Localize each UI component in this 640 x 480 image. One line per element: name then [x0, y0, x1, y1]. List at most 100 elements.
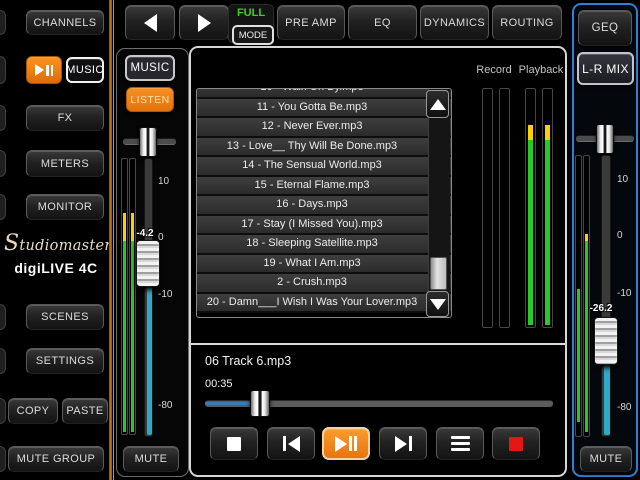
meter-fill-green [585, 241, 588, 432]
full-label: FULL [229, 7, 273, 19]
music-meter-right [129, 158, 136, 435]
playlist-item[interactable]: 16 - Days.mp3 [197, 196, 451, 216]
playlist-item[interactable]: 18 - Sleeping Satellite.mp3 [197, 235, 451, 255]
next-track-button[interactable] [379, 427, 427, 460]
playlist-item[interactable]: 14 - The Sensual World.mp3 [197, 157, 451, 177]
tab-dynamics[interactable]: DYNAMICS [420, 5, 489, 40]
playlist-menu-button[interactable] [436, 427, 484, 460]
stop-button[interactable] [210, 427, 258, 460]
scroll-up-button[interactable] [426, 90, 449, 118]
scale-tick-label: -80 [158, 400, 172, 411]
playlist-item[interactable]: 20 - Damn___I Wish I Was Your Lover.mp3 [197, 294, 451, 314]
sidebar-item-meters[interactable]: METERS [26, 150, 104, 177]
seek-bar-handle[interactable] [250, 390, 270, 417]
music-pan-handle[interactable] [139, 127, 157, 157]
tab-routing[interactable]: ROUTING [492, 5, 562, 40]
page-right-button[interactable] [179, 5, 229, 40]
playlist-item[interactable]: 17 - Stay (I Missed You).mp3 [197, 216, 451, 236]
master-meter-left [575, 155, 582, 437]
sidebar-item-fx[interactable]: FX [26, 105, 104, 131]
record-icon [509, 437, 523, 451]
list-icon [451, 436, 470, 451]
previous-track-button[interactable] [267, 427, 315, 460]
mode-button[interactable]: MODE [232, 25, 274, 45]
music-fader-track-active [147, 287, 152, 435]
current-track-title: 06 Track 6.mp3 [205, 354, 291, 368]
sidebar-divider-orange [109, 0, 112, 480]
scroll-down-button[interactable] [426, 291, 449, 317]
tab-pre-amp[interactable]: PRE AMP [277, 5, 345, 40]
playback-label: Playback [513, 64, 569, 76]
master-mute-button[interactable]: MUTE [580, 446, 632, 472]
play-pause-button[interactable] [322, 427, 370, 460]
player-divider [191, 343, 565, 345]
sidebar-item-monitor[interactable]: MONITOR [26, 194, 104, 220]
offscreen-button-stub [0, 105, 6, 131]
scroll-up-icon [430, 99, 446, 110]
next-track-icon [395, 436, 412, 452]
scale-tick-label: -10 [617, 288, 631, 299]
music-fader-scale: 100-10-80 [158, 0, 180, 480]
music-fader-track[interactable] [144, 158, 153, 437]
playlist-item[interactable]: 13 - Love__ Thy Will Be Done.mp3 [197, 138, 451, 158]
mute-group-button[interactable]: MUTE GROUP [8, 446, 104, 472]
play-pause-icon [35, 64, 53, 76]
scale-tick-label: -10 [158, 289, 172, 300]
meter-fill-green [131, 241, 134, 432]
sidebar-item-music[interactable]: MUSIC [66, 57, 104, 83]
meter-fill-yellow [528, 125, 533, 140]
scale-tick-label: 10 [158, 176, 169, 187]
playlist-scrollbar-thumb[interactable] [430, 257, 447, 290]
meter-fill-yellow [545, 125, 550, 140]
meter-fill-green [123, 241, 126, 432]
music-mute-button[interactable]: MUTE [123, 446, 179, 472]
master-meter-right [583, 155, 590, 437]
offscreen-button-stub [0, 10, 6, 35]
record-meter-left [482, 88, 493, 328]
sidebar-item-scenes[interactable]: SCENES [26, 304, 104, 330]
brand-model: digiLIVE 4C [4, 260, 108, 276]
scale-tick-label: -80 [617, 402, 631, 413]
playback-meter-left [525, 88, 536, 328]
music-fader-handle[interactable] [136, 240, 160, 287]
music-fader-value: -4.2 [130, 228, 160, 239]
master-fader-handle[interactable] [594, 317, 618, 365]
record-button[interactable] [492, 427, 540, 460]
offscreen-button-stub [0, 56, 6, 84]
music-play-toggle-button[interactable] [26, 56, 62, 84]
playlist-rows: 10 - Walk On By.mp311 - You Gotta Be.mp3… [197, 88, 451, 313]
copy-button[interactable]: COPY [8, 398, 58, 424]
mixer-app: CHANNELS MUSIC FX METERS MONITOR Studiom… [0, 0, 640, 480]
playlist-item[interactable]: 2 - Crush.mp3 [197, 274, 451, 294]
sidebar-divider-line [113, 0, 114, 480]
scale-tick-label: 10 [617, 174, 628, 185]
master-fader-track[interactable] [601, 155, 611, 437]
playlist-item[interactable]: 19 - What I Am.mp3 [197, 255, 451, 275]
playback-meter-right [542, 88, 553, 328]
playlist-item[interactable]: 10 - Walk On By.mp3 [197, 88, 451, 99]
offscreen-button-stub [0, 348, 6, 374]
playlist-item[interactable]: 15 - Eternal Flame.mp3 [197, 177, 451, 197]
master-pan-handle[interactable] [596, 124, 614, 154]
brand-logo: Studiomaster digiLIVE 4C [4, 231, 108, 276]
meter-fill-green [528, 140, 533, 325]
elapsed-time: 00:35 [205, 378, 233, 390]
paste-button[interactable]: PASTE [62, 398, 108, 424]
play-pause-icon [335, 436, 357, 452]
master-fader-track-active [604, 365, 610, 435]
scale-tick-label: 0 [617, 230, 623, 241]
arrow-left-icon [144, 14, 157, 32]
sidebar-item-channels[interactable]: CHANNELS [26, 10, 104, 35]
stop-icon [227, 437, 241, 451]
offscreen-button-stub [0, 304, 6, 330]
tab-eq[interactable]: EQ [348, 5, 417, 40]
offscreen-button-stub [0, 446, 6, 472]
full-mode-control: FULL MODE [228, 4, 274, 43]
sidebar-item-settings[interactable]: SETTINGS [26, 348, 104, 374]
playlist-item[interactable]: 12 - Never Ever.mp3 [197, 118, 451, 138]
master-fader-value: -26.2 [584, 303, 618, 314]
record-meter-right [499, 88, 510, 328]
meter-fill-green [577, 289, 580, 422]
meter-fill-yellow [585, 234, 588, 241]
playlist-item[interactable]: 11 - You Gotta Be.mp3 [197, 99, 451, 119]
